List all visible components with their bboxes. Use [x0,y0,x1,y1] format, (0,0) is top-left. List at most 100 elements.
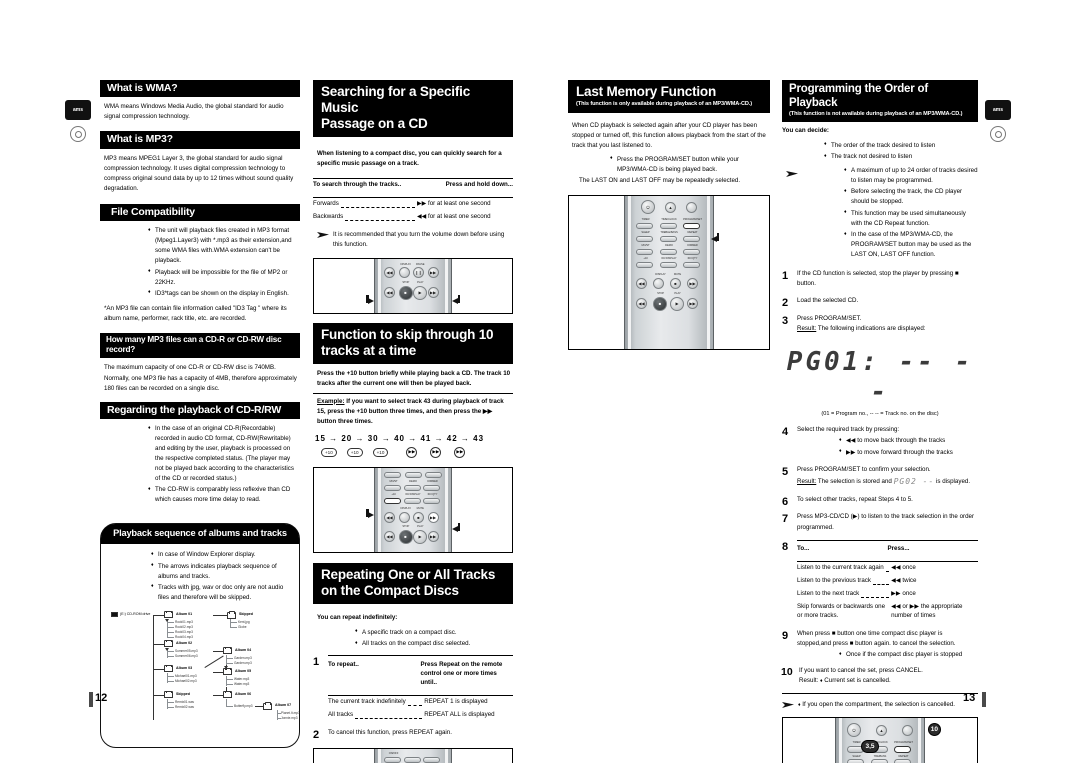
step-7: 7 Press MP3-CD/CD (▶) to listen to the t… [782,512,978,532]
callout-3-5: 3,5 [861,740,879,754]
list-item: A maximum of up to 24 order of tracks de… [844,166,978,186]
step-3: 3 Press PROGRAM/SET. Result: The followi… [782,314,978,334]
step-number: 5 [782,465,789,478]
playback-sequence-box: Playback sequence of albums and tracks I… [100,523,300,748]
plus10-button[interactable] [384,497,401,505]
disc-icon-right [990,126,1006,142]
list-item: ID3*tags can be shown on the display in … [148,288,300,299]
step-number: 7 [782,513,789,526]
rewind-button-icon: ◀◀ [384,267,395,279]
btn-label: PLAY [417,281,424,285]
result-label: Result: [799,677,819,685]
cdrom-drive-icon [111,611,118,618]
heading-subtext: (This function is only available during … [576,100,753,107]
tree-file: Butterfly.mp3 [234,703,253,708]
callout-10: 10 [927,723,941,737]
tree-file: Water.mp3 [234,681,250,686]
rewind-icon: ◀◀ [891,576,901,584]
step-5: 5 Press PROGRAM/SET to confirm your sele… [782,465,978,488]
remote-illustration-search: ◀◀ DISPLAY PAUSE ❙❙ ▶▶ ◀◀ STOP ■ PLAY ▶ ▶▶ [313,257,513,314]
track-sequence: 15 → 20 → 30 → 40 → 41 → 42 → 43 [315,433,485,443]
list-item: In case of Window Explorer display. [151,550,291,560]
row-value: REPEAT ALL is displayed [424,710,495,718]
tree-file: Rock03.mp3 [175,629,193,634]
table-row: All tracks REPEAT ALL is displayed [328,709,513,722]
step-text: If the CD function is selected, stop the… [797,269,959,288]
list-program-decide: The order of the track desired to listen… [784,140,978,162]
btn-label: TIMER [641,218,650,222]
seq-item: 15 [315,433,326,443]
page-number-left: 12 [95,692,108,704]
example-text: If you want to select track 43 during pl… [317,397,504,425]
tree-file: Remix01.wav [175,699,195,704]
text-repeat-intro: You can repeat indefinitely: [317,613,398,621]
list-item: The CD-RW is comparably less reflexive t… [148,485,300,505]
list-item: Playback will be impossible for the file… [148,267,300,288]
list-item: All tracks on the compact disc selected. [355,639,513,649]
row-value: twice [902,576,917,584]
step-number: 2 [313,728,320,741]
tree-node-label: Skipped [176,691,190,696]
row-value: for at least one second [427,199,491,207]
program-set-button[interactable] [894,746,911,753]
btn-label: REPEAT [687,231,698,235]
plus10-pill-icon: +10 [346,447,363,457]
col-header-1: To... [797,544,810,552]
col-header-2: Press Repeat on the remote control one o… [420,660,503,686]
row-value: or ▶▶ the appropriate number of times [891,602,963,619]
col-header-1: To search through the tracks.. [313,180,402,188]
program-set-button[interactable] [683,222,700,230]
list-step4: ◀◀ to move back through the tracks ▶▶ to… [799,436,978,457]
folder-icon [223,667,232,676]
heading-last-memory: Last Memory Function (This function is o… [568,80,770,113]
heading-repeating: Repeating One or All Tracks on the Compa… [313,562,513,604]
mute-button-icon: ■ [413,512,424,524]
step-10: 10 If you want to cancel the set, press … [781,666,923,685]
row-value: once [902,589,916,597]
list-item: Before selecting the track, the CD playe… [844,187,978,207]
btn-label: DEMO [665,244,673,248]
example-label: Example: [317,397,345,405]
heading-line-1: Repeating One or All Tracks [321,566,496,582]
skip-back-button-icon: ◀◀ [636,298,647,310]
step-1: 1 If the CD function is selected, stop t… [782,269,978,289]
step-text: When press ■ button one time compact dis… [797,629,956,647]
remote-illustration-repeat: ON/OFF SLEEPTRE/BASSREPEAT MO/STDEMODIM … [313,748,513,763]
heading-text: Programming the Order of Playback [789,83,928,109]
skip-back-button-icon: ◀◀ [384,287,395,299]
row-value: once [902,563,916,571]
heading-skip-10: Function to skip through 10 tracks at a … [313,322,513,364]
list-repeat: A specific track on a compact disc. All … [315,627,513,649]
step-repeat-1: 1 To repeat.. Press Repeat on the remote… [313,654,513,722]
btn-label: DISPLAY [655,273,666,277]
remote-illustration-programming: ⏻ ▲ TIMER TIME/CLOCK PROGRAM/SET SLEEP TRE/… [782,717,978,763]
btn-label: DISPLAY [400,262,412,266]
col-header-2: Press... [887,544,910,552]
skip-fwd-button-icon: ▶▶ [687,298,698,310]
col-header-1: To repeat.. [328,660,359,668]
open-close-button-icon [686,201,697,213]
skip-forward-button[interactable]: ▶▶ [427,512,439,524]
remote-illustration-skip10: MO/ST DEMO DIMMER +10 ID3 DISPLAY ID3 QTY ◀◀… [313,466,513,553]
table-row: Backwards ◀◀ for at least one second [313,211,513,224]
step-number: 1 [782,269,789,282]
btn-label: TIME/CLOCK [661,218,677,222]
col-header-2: Press and hold down... [445,180,513,188]
row-label: Listen to the previous track [797,576,871,584]
lcd-display-readout: PG01: -- -- [786,347,974,408]
note-volume-down: It is recommended that you turn the volu… [317,230,513,250]
remote-illustration-last-memory: ⏻ ▲ TIMER TIME/CLOCK PROGRAM/SET SLEEP TREB… [568,195,770,351]
result-text: Current set is cancelled. [824,677,891,685]
tree-node-label: Album 06 [235,691,252,696]
tree-node-label: Album 05 [235,668,252,673]
heading-cdrw-playback: Regarding the playback of CD-R/RW [100,401,300,420]
tree-node-label: Album 07 [275,703,292,708]
tree-file: Summer05.mp3 [175,648,198,653]
text-wma-body: WMA means Windows Media Audio, the globa… [104,103,284,121]
btn-label: STOP [657,292,664,296]
table-row: Listen to the previous track ◀◀ twice [797,575,978,588]
column-3: Last Memory Function (This function is o… [568,80,770,351]
tree-file: Garden.mp3 [234,660,252,665]
tree-file: Remix02.wav [175,704,195,709]
rewind-button-icon: ◀◀ [636,278,647,290]
